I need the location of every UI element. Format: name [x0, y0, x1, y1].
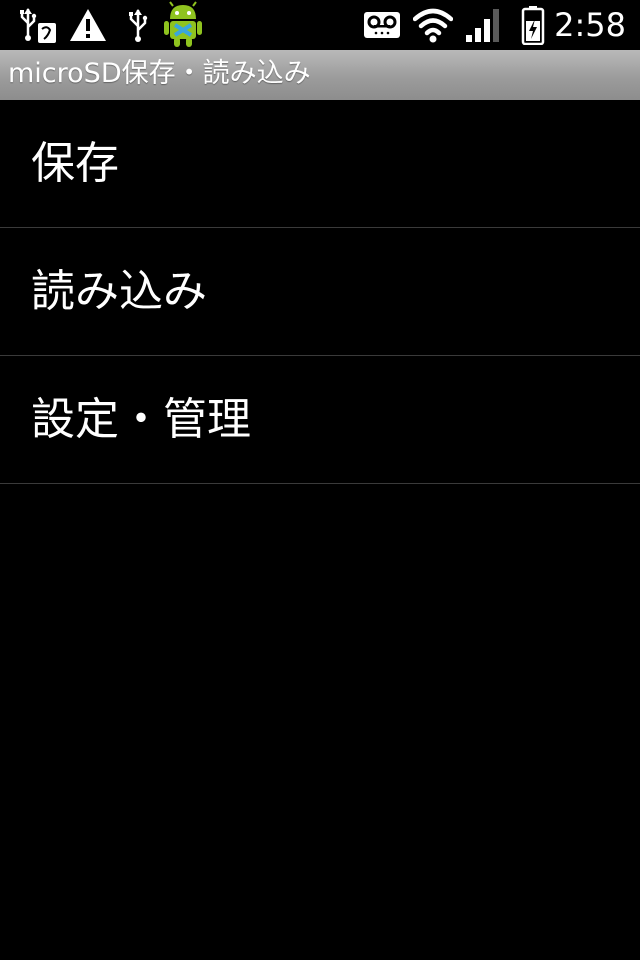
status-clock: 2:58 — [554, 6, 626, 44]
title-bar: microSD保存・読み込み — [0, 50, 640, 100]
app-title: microSD保存・読み込み — [8, 58, 311, 89]
menu-item-settings[interactable]: 設定・管理 — [0, 356, 640, 484]
battery-charging-icon — [520, 0, 546, 50]
menu-item-label: 読み込み — [31, 266, 207, 317]
menu-item-load[interactable]: 読み込み — [0, 228, 640, 356]
status-bar: 2:58 — [0, 0, 640, 50]
wifi-icon — [412, 0, 454, 50]
voicemail-icon — [362, 0, 402, 50]
menu-item-save[interactable]: 保存 — [0, 100, 640, 228]
signal-icon — [464, 0, 502, 50]
usb-debug-icon — [18, 0, 58, 50]
warning-icon — [66, 0, 110, 50]
menu-item-label: 保存 — [31, 138, 119, 189]
android-notification-icon — [162, 0, 204, 50]
menu-list: 保存 読み込み 設定・管理 — [0, 100, 640, 484]
usb-icon — [126, 0, 150, 50]
menu-item-label: 設定・管理 — [31, 394, 251, 445]
